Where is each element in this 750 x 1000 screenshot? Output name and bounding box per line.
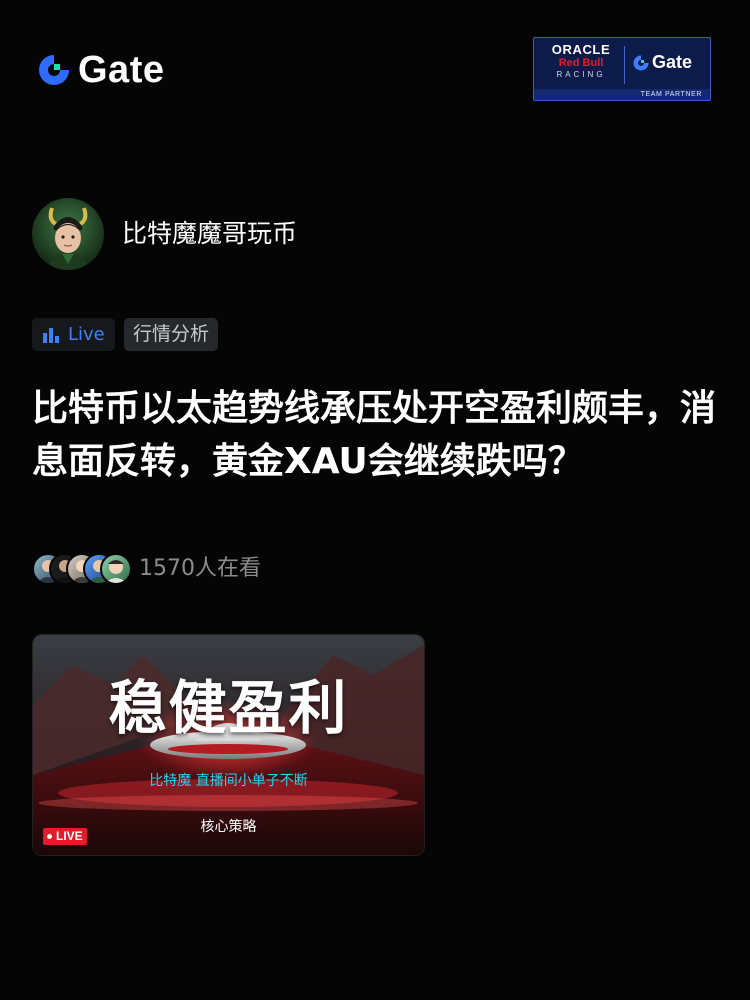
oracle-redbull-racing-logo: ORACLE Red Bull RACING	[542, 43, 620, 81]
live-tag-label: Live	[68, 324, 105, 345]
gate-mini-icon	[633, 55, 649, 70]
live-stream-thumbnail[interactable]: 稳健盈利 比特魔 直播间小单子不断 核心策略 LIVE	[32, 634, 425, 856]
avatar-character-icon	[32, 198, 104, 270]
author-name[interactable]: 比特魔魔哥玩币	[122, 216, 297, 252]
partner-line-redbull: Red Bull	[558, 57, 604, 69]
partner-footer-text: TEAM PARTNER	[640, 91, 702, 98]
live-dot-icon	[47, 834, 52, 839]
live-badge: LIVE	[43, 828, 87, 845]
gate-logo-text: Gate	[78, 49, 165, 91]
thumbnail-subtitle: 比特魔 直播间小单子不断	[149, 773, 308, 789]
live-badge-text: LIVE	[56, 829, 83, 843]
partner-gate-text: Gate	[652, 52, 693, 72]
partner-line-oracle: ORACLE	[551, 42, 611, 57]
partner-divider	[624, 46, 625, 84]
gate-logo-icon	[39, 55, 69, 85]
team-partner-badge[interactable]: ORACLE Red Bull RACING Gate TEAM PARTNER	[533, 37, 711, 101]
viewer-avatar	[100, 553, 132, 585]
viewer-row: 1570人在看	[32, 552, 261, 586]
partner-line-racing: RACING	[556, 70, 606, 79]
bar-chart-icon	[43, 327, 59, 343]
thumbnail-caption: 核心策略	[200, 819, 257, 835]
viewer-count: 1570人在看	[139, 556, 261, 581]
partner-gate-logo: Gate	[632, 52, 692, 73]
author-avatar[interactable]	[32, 198, 104, 270]
post-title[interactable]: 比特币以太趋势线承压处开空盈利颇丰，消息面反转，黄金XAU会继续跌吗？	[32, 382, 722, 488]
live-tag[interactable]: Live	[32, 318, 115, 351]
gate-logo[interactable]: Gate	[36, 50, 164, 90]
category-tag[interactable]: 行情分析	[124, 318, 219, 351]
thumbnail-headline: 稳健盈利	[108, 674, 349, 742]
